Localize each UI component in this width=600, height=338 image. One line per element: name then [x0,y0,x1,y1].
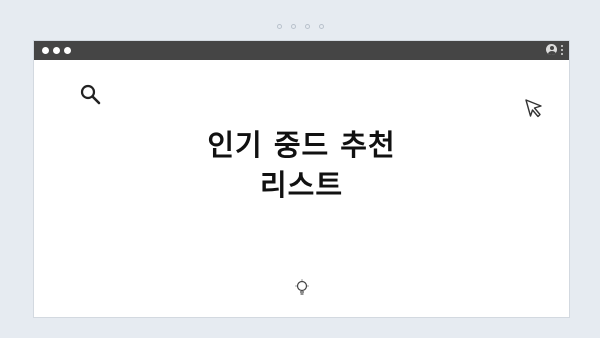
cursor-icon [525,99,542,118]
window-titlebar [34,41,569,60]
page-headline: 인기 중드 추천 리스트 [34,125,569,205]
window-dot-1[interactable] [42,47,49,54]
headline-line-1: 인기 중드 추천 [207,128,396,162]
lightbulb-icon [295,279,309,295]
pagination-dots [0,24,600,29]
more-vertical-icon[interactable] [561,44,563,55]
search-icon [80,84,101,105]
dot [304,24,310,29]
window-controls [42,47,71,54]
dot [290,24,296,29]
illustration-frame: 인기 중드 추천 리스트 [0,0,600,338]
user-icon[interactable] [546,44,557,55]
titlebar-actions [546,44,563,55]
window-dot-2[interactable] [53,47,60,54]
headline-line-2: 리스트 [259,168,344,202]
window-dot-3[interactable] [64,47,71,54]
dot [276,24,282,29]
dot [318,24,324,29]
browser-window: 인기 중드 추천 리스트 [33,40,570,318]
